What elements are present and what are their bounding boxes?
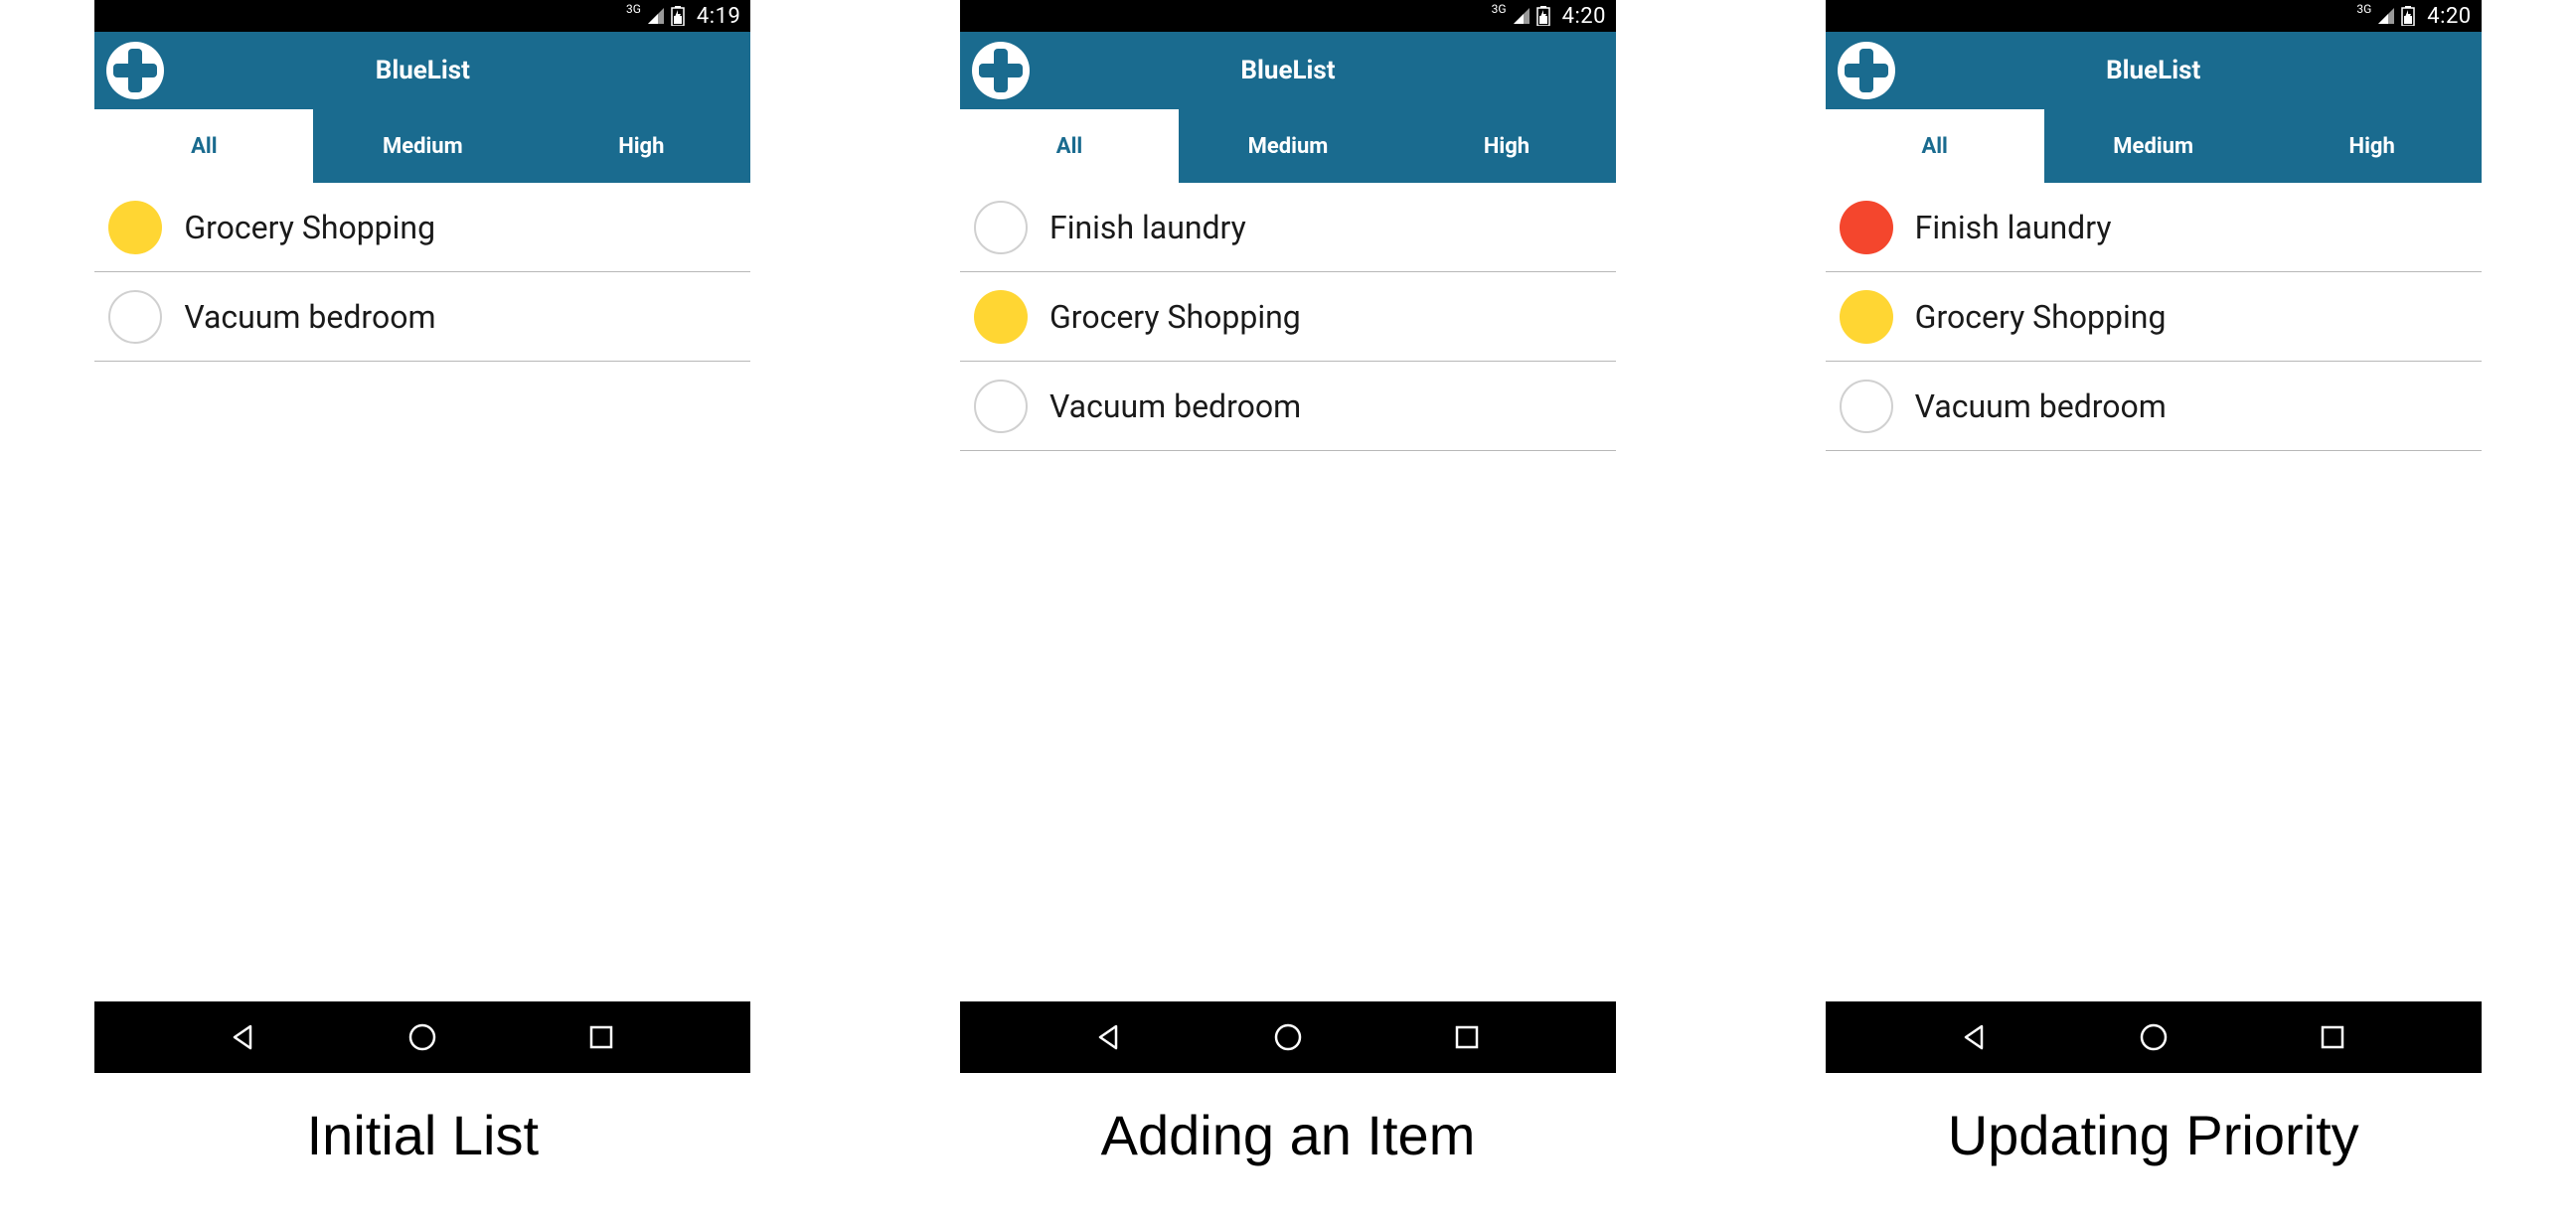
list-item-text: Vacuum bedroom — [1049, 387, 1301, 425]
nav-recent-button[interactable] — [582, 1018, 620, 1056]
status-clock: 4:20 — [2427, 4, 2471, 29]
nav-recent-button[interactable] — [1448, 1018, 1486, 1056]
signal-icon — [647, 7, 665, 25]
tab-medium[interactable]: Medium — [313, 109, 532, 183]
list-item[interactable]: Grocery Shopping — [1826, 272, 2482, 362]
list-item-text: Finish laundry — [1049, 209, 1246, 246]
status-clock: 4:19 — [697, 4, 740, 29]
tab-all[interactable]: All — [1826, 109, 2044, 183]
screen-adding-item: 3G 4:20 BlueList All Medium High — [935, 0, 1642, 1167]
priority-indicator-medium[interactable] — [1840, 290, 1893, 344]
phone-frame: 3G 4:19 BlueList All Medium High — [94, 0, 750, 1073]
tab-high[interactable]: High — [532, 109, 750, 183]
add-item-button[interactable] — [972, 42, 1030, 99]
app-title: BlueList — [972, 56, 1604, 85]
navigation-bar — [1826, 1001, 2482, 1073]
list-item[interactable]: Vacuum bedroom — [960, 362, 1616, 451]
todo-list: Finish laundry Grocery Shopping Vacuum b… — [1826, 183, 2482, 1001]
network-indicator: 3G — [626, 2, 641, 16]
nav-back-button[interactable] — [225, 1018, 262, 1056]
list-item-text: Grocery Shopping — [184, 209, 435, 246]
nav-home-button[interactable] — [2135, 1018, 2173, 1056]
list-item-text: Grocery Shopping — [1915, 298, 2167, 336]
nav-recent-button[interactable] — [2314, 1018, 2351, 1056]
nav-back-button[interactable] — [1090, 1018, 1128, 1056]
list-item-text: Vacuum bedroom — [184, 298, 435, 336]
battery-icon — [1536, 6, 1550, 26]
status-clock: 4:20 — [1562, 4, 1606, 29]
battery-icon — [2401, 6, 2415, 26]
nav-home-button[interactable] — [403, 1018, 441, 1056]
phone-frame: 3G 4:20 BlueList All Medium High — [960, 0, 1616, 1073]
tab-all[interactable]: All — [94, 109, 313, 183]
navigation-bar — [960, 1001, 1616, 1073]
app-bar: BlueList All Medium High — [94, 32, 750, 183]
app-title: BlueList — [1838, 56, 2470, 85]
list-item[interactable]: Grocery Shopping — [94, 183, 750, 272]
priority-indicator-none[interactable] — [974, 380, 1028, 433]
priority-indicator-none[interactable] — [974, 201, 1028, 254]
nav-home-button[interactable] — [1269, 1018, 1307, 1056]
screen-updating-priority: 3G 4:20 BlueList All Medium High — [1800, 0, 2506, 1167]
priority-indicator-medium[interactable] — [974, 290, 1028, 344]
screen-caption: Initial List — [307, 1103, 539, 1167]
network-indicator: 3G — [2356, 2, 2371, 16]
list-item[interactable]: Finish laundry — [960, 183, 1616, 272]
signal-icon — [1513, 7, 1530, 25]
nav-back-button[interactable] — [1956, 1018, 1994, 1056]
tab-medium[interactable]: Medium — [2044, 109, 2263, 183]
tab-medium[interactable]: Medium — [1179, 109, 1397, 183]
network-indicator: 3G — [1492, 2, 1507, 16]
list-item-text: Vacuum bedroom — [1915, 387, 2167, 425]
status-bar: 3G 4:20 — [960, 0, 1616, 32]
priority-indicator-high[interactable] — [1840, 201, 1893, 254]
tab-all[interactable]: All — [960, 109, 1179, 183]
app-title: BlueList — [106, 56, 738, 85]
screen-caption: Updating Priority — [1948, 1103, 2359, 1167]
signal-icon — [2377, 7, 2395, 25]
filter-tabs: All Medium High — [960, 109, 1616, 183]
list-item[interactable]: Vacuum bedroom — [94, 272, 750, 362]
list-item[interactable]: Grocery Shopping — [960, 272, 1616, 362]
battery-icon — [671, 6, 685, 26]
status-bar: 3G 4:20 — [1826, 0, 2482, 32]
phone-frame: 3G 4:20 BlueList All Medium High — [1826, 0, 2482, 1073]
list-item[interactable]: Vacuum bedroom — [1826, 362, 2482, 451]
screen-caption: Adding an Item — [1101, 1103, 1476, 1167]
add-item-button[interactable] — [106, 42, 164, 99]
app-bar: BlueList All Medium High — [960, 32, 1616, 183]
add-item-button[interactable] — [1838, 42, 1895, 99]
list-item-text: Grocery Shopping — [1049, 298, 1301, 336]
list-item[interactable]: Finish laundry — [1826, 183, 2482, 272]
tab-high[interactable]: High — [1397, 109, 1616, 183]
todo-list: Grocery Shopping Vacuum bedroom — [94, 183, 750, 1001]
list-item-text: Finish laundry — [1915, 209, 2112, 246]
priority-indicator-none[interactable] — [108, 290, 162, 344]
filter-tabs: All Medium High — [1826, 109, 2482, 183]
tab-high[interactable]: High — [2263, 109, 2482, 183]
filter-tabs: All Medium High — [94, 109, 750, 183]
app-bar: BlueList All Medium High — [1826, 32, 2482, 183]
todo-list: Finish laundry Grocery Shopping Vacuum b… — [960, 183, 1616, 1001]
screen-initial-list: 3G 4:19 BlueList All Medium High — [70, 0, 776, 1167]
priority-indicator-none[interactable] — [1840, 380, 1893, 433]
status-bar: 3G 4:19 — [94, 0, 750, 32]
priority-indicator-medium[interactable] — [108, 201, 162, 254]
navigation-bar — [94, 1001, 750, 1073]
